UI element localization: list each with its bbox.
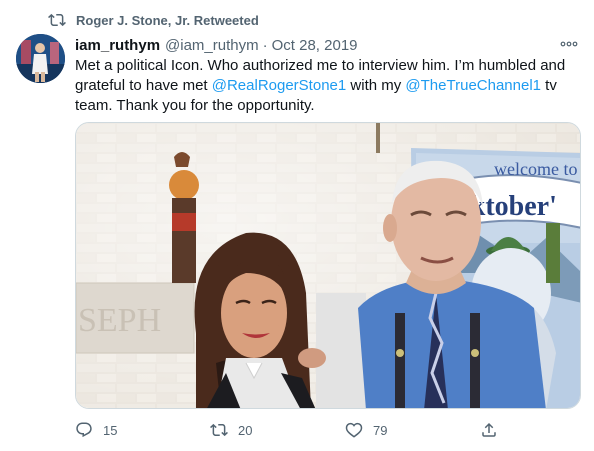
like-button[interactable]: 79	[345, 421, 480, 439]
retweet-context: Roger J. Stone, Jr. Retweeted	[48, 11, 259, 29]
tweet-photo[interactable]: SEPH welcome to Oktober'	[75, 122, 581, 409]
share-icon	[482, 422, 496, 437]
avatar[interactable]	[16, 34, 65, 83]
retweet-button[interactable]: 20	[210, 421, 345, 439]
author-handle[interactable]: @iam_ruthym	[165, 37, 259, 54]
tweet-date[interactable]: Oct 28, 2019	[272, 37, 358, 54]
wall-sign-text: SEPH	[78, 302, 161, 339]
retweet-icon	[48, 13, 66, 27]
reply-button[interactable]: 15	[75, 421, 210, 439]
tweet-text-part: with my	[346, 77, 406, 94]
more-icon	[560, 41, 578, 47]
heart-icon	[345, 422, 363, 438]
mention-link[interactable]: @RealRogerStone1	[212, 77, 346, 94]
retweet-label[interactable]: Roger J. Stone, Jr. Retweeted	[76, 13, 259, 28]
retweet-count: 20	[238, 422, 253, 438]
more-options-button[interactable]	[558, 34, 580, 54]
tweet[interactable]: Roger J. Stone, Jr. Retweeted iam_ruthym…	[0, 0, 594, 451]
banner-welcome-text: welcome to	[494, 159, 577, 179]
reply-icon	[76, 422, 92, 438]
retweet-icon	[210, 423, 228, 437]
tweet-actions: 15 20 79	[75, 418, 580, 442]
photo-illustration: SEPH welcome to Oktober'	[76, 123, 580, 408]
tweet-text: Met a political Icon. Who authorized me …	[75, 56, 580, 116]
header-separator: ·	[262, 36, 268, 54]
mention-link[interactable]: @TheTrueChannel1	[405, 77, 541, 94]
reply-count: 15	[103, 422, 118, 438]
share-button[interactable]	[480, 421, 498, 439]
tweet-header: iam_ruthym @iam_ruthym · Oct 28, 2019	[75, 35, 580, 55]
author-name[interactable]: iam_ruthym	[75, 37, 160, 54]
like-count: 79	[373, 422, 388, 438]
